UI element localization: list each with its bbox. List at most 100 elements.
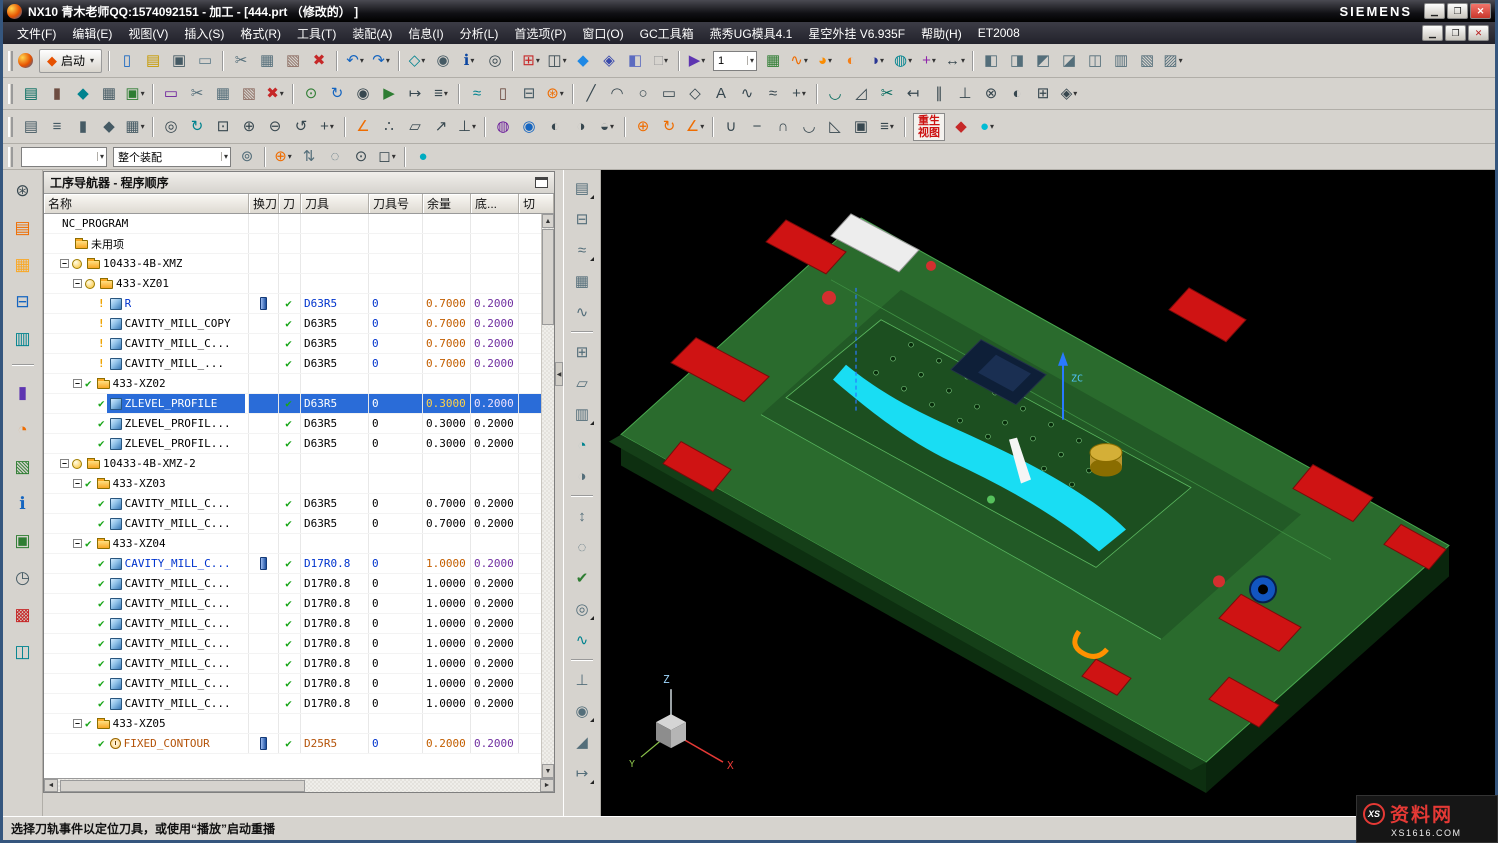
wcs-rotate-button[interactable]: ↻ bbox=[657, 115, 681, 139]
child-restore-button[interactable]: ❐ bbox=[1445, 25, 1466, 41]
column-header-5[interactable]: 余量 bbox=[423, 194, 471, 213]
open-file-button[interactable]: ▤ bbox=[141, 49, 165, 73]
copy-object-button[interactable]: ▦ bbox=[211, 82, 235, 106]
trim-button[interactable]: ✂ bbox=[875, 82, 899, 106]
effects-button[interactable]: ◑▾ bbox=[865, 49, 889, 73]
curvature-button[interactable]: ≈ bbox=[569, 238, 595, 262]
wireframe-view-button[interactable]: ◈ bbox=[597, 49, 621, 73]
navigator-row[interactable]: ✔CAVITY_MILL_C...✔D17R0.801.00000.2000 bbox=[44, 614, 541, 634]
cut-object-button[interactable]: ✂ bbox=[185, 82, 209, 106]
simulate-machine-button[interactable]: ▶ bbox=[377, 82, 401, 106]
navigator-row[interactable]: !CAVITY_MILL_COPY✔D63R500.70000.2000 bbox=[44, 314, 541, 334]
materials-button[interactable]: ◐ bbox=[839, 49, 863, 73]
method-view-button[interactable]: ▦▾ bbox=[123, 115, 147, 139]
window-layout-button[interactable]: ⊞▾ bbox=[519, 49, 543, 73]
navigator-row[interactable]: −10433-4B-XMZ-2 bbox=[44, 454, 541, 474]
program-order-button[interactable]: ≡ bbox=[45, 115, 69, 139]
shadow-button[interactable]: ◔ bbox=[569, 433, 595, 457]
tree-expander[interactable]: − bbox=[73, 279, 82, 288]
face-analysis-button[interactable]: ▦ bbox=[569, 269, 595, 293]
orient-cube-button[interactable]: ◆ bbox=[949, 115, 973, 139]
chamfer-button[interactable]: ◿ bbox=[849, 82, 873, 106]
create-program-button[interactable]: ▤ bbox=[19, 82, 43, 106]
view-isometric-button[interactable]: ◨ bbox=[1005, 49, 1029, 73]
navigator-row[interactable]: −10433-4B-XMZ bbox=[44, 254, 541, 274]
delete-button[interactable]: ✖ bbox=[307, 49, 331, 73]
work-plane-button[interactable]: ▱ bbox=[569, 371, 595, 395]
line-button[interactable]: ╱ bbox=[579, 82, 603, 106]
subtract-button[interactable]: − bbox=[745, 115, 769, 139]
sphere-select-button[interactable]: ● bbox=[411, 145, 435, 169]
menu-item-1[interactable]: 编辑(E) bbox=[64, 22, 120, 44]
view-front-button[interactable]: ◪ bbox=[1057, 49, 1081, 73]
selection-scope-combo[interactable]: 整个装配▾ bbox=[113, 147, 231, 167]
probe-button[interactable]: ⊥ bbox=[569, 668, 595, 692]
scroll-left-icon[interactable]: ◄ bbox=[44, 779, 58, 792]
navigator-row[interactable]: ✔CAVITY_MILL_C...✔D63R500.70000.2000 bbox=[44, 494, 541, 514]
draft-button[interactable]: ◺ bbox=[823, 115, 847, 139]
navigator-row[interactable]: ✔CAVITY_MILL_C...✔D17R0.801.00000.2000 bbox=[44, 554, 541, 574]
roles-button[interactable]: ⊛ bbox=[11, 178, 35, 202]
navigator-row[interactable]: −✔433-XZ02 bbox=[44, 374, 541, 394]
rectangle-button[interactable]: ▭ bbox=[657, 82, 681, 106]
project-button[interactable]: ⊥ bbox=[953, 82, 977, 106]
menu-item-7[interactable]: 信息(I) bbox=[400, 22, 451, 44]
menu-item-8[interactable]: 分析(L) bbox=[452, 22, 507, 44]
command-finder-button[interactable]: ◎ bbox=[483, 49, 507, 73]
horizontal-scroll-thumb[interactable] bbox=[60, 780, 305, 792]
spline-button[interactable]: ∿ bbox=[735, 82, 759, 106]
assembly-navigator-button[interactable]: ▤ bbox=[11, 215, 35, 239]
close-button[interactable]: ✕ bbox=[1470, 3, 1491, 19]
point-button[interactable]: +▾ bbox=[787, 82, 811, 106]
link-button[interactable]: ⊚ bbox=[235, 145, 259, 169]
view-right-button[interactable]: ◫ bbox=[1083, 49, 1107, 73]
child-close-button[interactable]: ✕ bbox=[1468, 25, 1489, 41]
navigator-row[interactable]: 未用项 bbox=[44, 234, 541, 254]
studio-view-button[interactable]: ◧ bbox=[623, 49, 647, 73]
toolbar-grip[interactable] bbox=[8, 51, 13, 71]
sketch-button[interactable]: ◉ bbox=[431, 49, 455, 73]
menu-item-11[interactable]: GC工具箱 bbox=[632, 22, 702, 44]
pattern-button[interactable]: ⊞ bbox=[1031, 82, 1055, 106]
show-hide-button[interactable]: ◐ bbox=[543, 115, 567, 139]
hd3d-tools-button[interactable]: ℹ bbox=[11, 491, 35, 515]
reuse-library-button[interactable]: ▧ bbox=[11, 454, 35, 478]
navigator-row[interactable]: NC_PROGRAM bbox=[44, 214, 541, 234]
divide-toolpath-button[interactable]: ⊟ bbox=[517, 82, 541, 106]
create-method-button[interactable]: ▦ bbox=[97, 82, 121, 106]
column-header-2[interactable]: 刀 bbox=[279, 194, 301, 213]
constraint-navigator-button[interactable]: ▦ bbox=[11, 252, 35, 276]
extend-button[interactable]: ↤ bbox=[901, 82, 925, 106]
find-object-button[interactable]: ◎ bbox=[159, 115, 183, 139]
display-sphere-button[interactable]: ●▾ bbox=[975, 115, 999, 139]
group-button[interactable]: ◈▾ bbox=[1057, 82, 1081, 106]
circle-button[interactable]: ○ bbox=[631, 82, 655, 106]
paste-button[interactable]: ▧ bbox=[281, 49, 305, 73]
motion-button[interactable]: ↔▾ bbox=[943, 49, 967, 73]
create-operation-button[interactable]: ▣▾ bbox=[123, 82, 147, 106]
point-on-curve-button[interactable]: ⊙ bbox=[349, 145, 373, 169]
tool-axis-button[interactable]: ↕ bbox=[569, 504, 595, 528]
list-toolpath-button[interactable]: ≡▾ bbox=[429, 82, 453, 106]
menu-item-4[interactable]: 格式(R) bbox=[232, 22, 289, 44]
part-navigator-button[interactable]: ⊟ bbox=[11, 289, 35, 313]
thread-button[interactable]: ≡▾ bbox=[875, 115, 899, 139]
toolbar-grip[interactable] bbox=[8, 117, 13, 137]
navigator-row[interactable]: ✔CAVITY_MILL_C...✔D17R0.801.00000.2000 bbox=[44, 654, 541, 674]
minimize-button[interactable]: ▁ bbox=[1424, 3, 1445, 19]
generate-toolpath-button[interactable]: ⊙ bbox=[299, 82, 323, 106]
navigator-row[interactable]: ✔ZLEVEL_PROFIL...✔D63R500.30000.2000 bbox=[44, 434, 541, 454]
shaded-view-button[interactable]: ◆ bbox=[571, 49, 595, 73]
edge-blend-button[interactable]: ◡ bbox=[797, 115, 821, 139]
menu-item-15[interactable]: ET2008 bbox=[970, 22, 1028, 44]
new-file-button[interactable]: ▯ bbox=[115, 49, 139, 73]
menu-item-12[interactable]: 燕秀UG模具4.1 bbox=[702, 22, 801, 44]
menu-item-2[interactable]: 视图(V) bbox=[120, 22, 176, 44]
zoom-in-button[interactable]: ⊕ bbox=[237, 115, 261, 139]
reorder-button[interactable]: ⇅ bbox=[297, 145, 321, 169]
navigator-row[interactable]: −✔433-XZ05 bbox=[44, 714, 541, 734]
scroll-right-icon[interactable]: ► bbox=[540, 779, 554, 792]
navigator-row[interactable]: ✔ZLEVEL_PROFILE✔D63R500.30000.2000 bbox=[44, 394, 541, 414]
navigator-row[interactable]: !CAVITY_MILL_C...✔D63R500.70000.2000 bbox=[44, 334, 541, 354]
menu-item-13[interactable]: 星空外挂 V6.935F bbox=[800, 22, 913, 44]
